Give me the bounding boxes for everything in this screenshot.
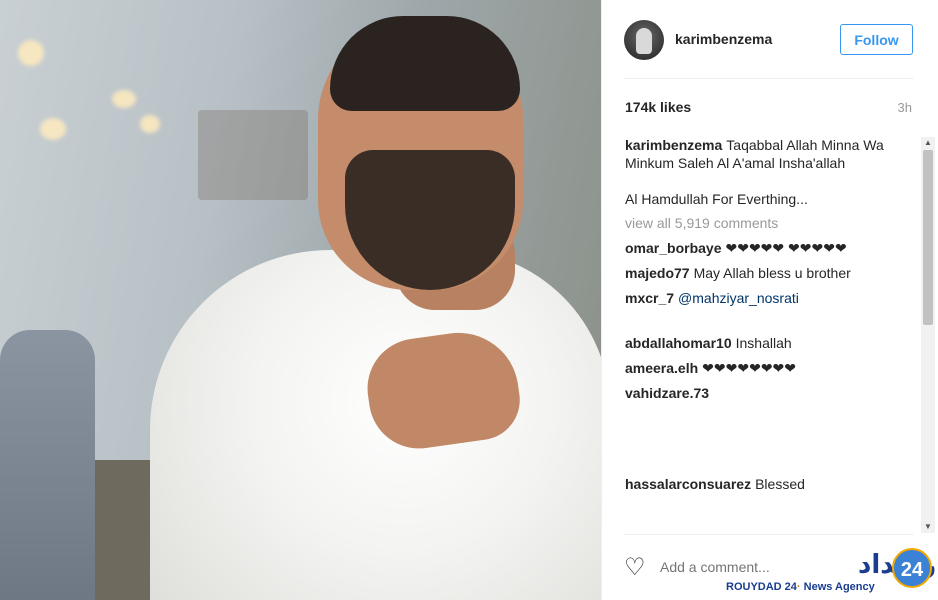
caption-username[interactable]: karimbenzema [625, 137, 722, 153]
avatar[interactable] [624, 20, 664, 60]
caption: karimbenzema Taqabbal Allah Minna Wa Mink… [625, 136, 921, 172]
faded-comment [625, 314, 921, 328]
comment-username[interactable]: mxcr_7 [625, 290, 674, 306]
caption-line-2: Al Hamdullah For Everthing... [625, 191, 808, 207]
post-side-panel: karimbenzema Follow 174k likes 3h karimb… [601, 0, 938, 600]
comment-username[interactable]: majedo77 [625, 265, 690, 281]
comment-mention-link[interactable]: @mahziyar_nosrati [678, 290, 799, 306]
watermark-logo-number: 24 [892, 548, 932, 588]
heart-icon[interactable]: ♡ [624, 556, 646, 580]
comment-text: May Allah bless u brother [693, 265, 851, 281]
comment-text: Inshallah [735, 335, 792, 351]
background-light [40, 118, 66, 140]
watermark-agency-name: ROUYDAD 24 [726, 581, 797, 593]
post-photo [0, 0, 601, 600]
comment-item: ameera.elh ❤❤❤❤❤❤❤❤ [625, 359, 921, 377]
comment-item: vahidzare.73 [625, 384, 921, 402]
background-light [112, 90, 136, 108]
comment-username[interactable]: vahidzare.73 [625, 385, 709, 401]
comment-username[interactable]: abdallahomar10 [625, 335, 732, 351]
comment-item: abdallahomar10 Inshallah [625, 334, 921, 352]
post-header: karimbenzema Follow [602, 0, 938, 78]
comment-text: Blessed [755, 476, 805, 492]
watermark-agency-suffix: News Agency [803, 581, 875, 593]
white-robe [150, 250, 601, 600]
comment-item: omar_borbaye ❤❤❤❤❤ ❤❤❤❤❤ [625, 239, 921, 257]
comments-list[interactable]: karimbenzema Taqabbal Allah Minna Wa Mink… [625, 136, 921, 533]
faded-comment [625, 409, 921, 469]
scroll-down-arrow-icon[interactable]: ▼ [921, 521, 935, 533]
background-light [140, 115, 160, 133]
header-username[interactable]: karimbenzema [675, 31, 772, 47]
view-all-comments-link[interactable]: view all 5,919 comments [625, 214, 921, 232]
post-time[interactable]: 3h [898, 100, 912, 115]
follow-button[interactable]: Follow [840, 24, 913, 55]
comment-text: ❤❤❤❤❤❤❤❤ [702, 360, 797, 376]
add-comment-input[interactable] [660, 559, 840, 575]
comment-username[interactable]: hassalarconsuarez [625, 476, 751, 492]
footer-divider [624, 534, 914, 535]
comment-text: ❤❤❤❤❤ ❤❤❤❤❤ [725, 240, 847, 256]
background-person [0, 330, 95, 600]
comment-username[interactable]: ameera.elh [625, 360, 698, 376]
watermark-agency: ROUYDAD 24· News Agency [726, 581, 875, 593]
comment-username[interactable]: omar_borbaye [625, 240, 721, 256]
comment-item: majedo77 May Allah bless u brother [625, 264, 921, 282]
likes-count[interactable]: 174k likes [625, 99, 691, 115]
comment-item: mxcr_7 @mahziyar_nosrati [625, 289, 921, 307]
background-light [18, 40, 44, 66]
comment-item: hassalarconsuarez Blessed [625, 475, 921, 493]
hair [330, 16, 520, 111]
scrollbar-thumb[interactable] [923, 150, 933, 325]
header-divider [624, 78, 914, 79]
scroll-up-arrow-icon[interactable]: ▲ [921, 137, 935, 149]
background-sign [198, 110, 308, 200]
